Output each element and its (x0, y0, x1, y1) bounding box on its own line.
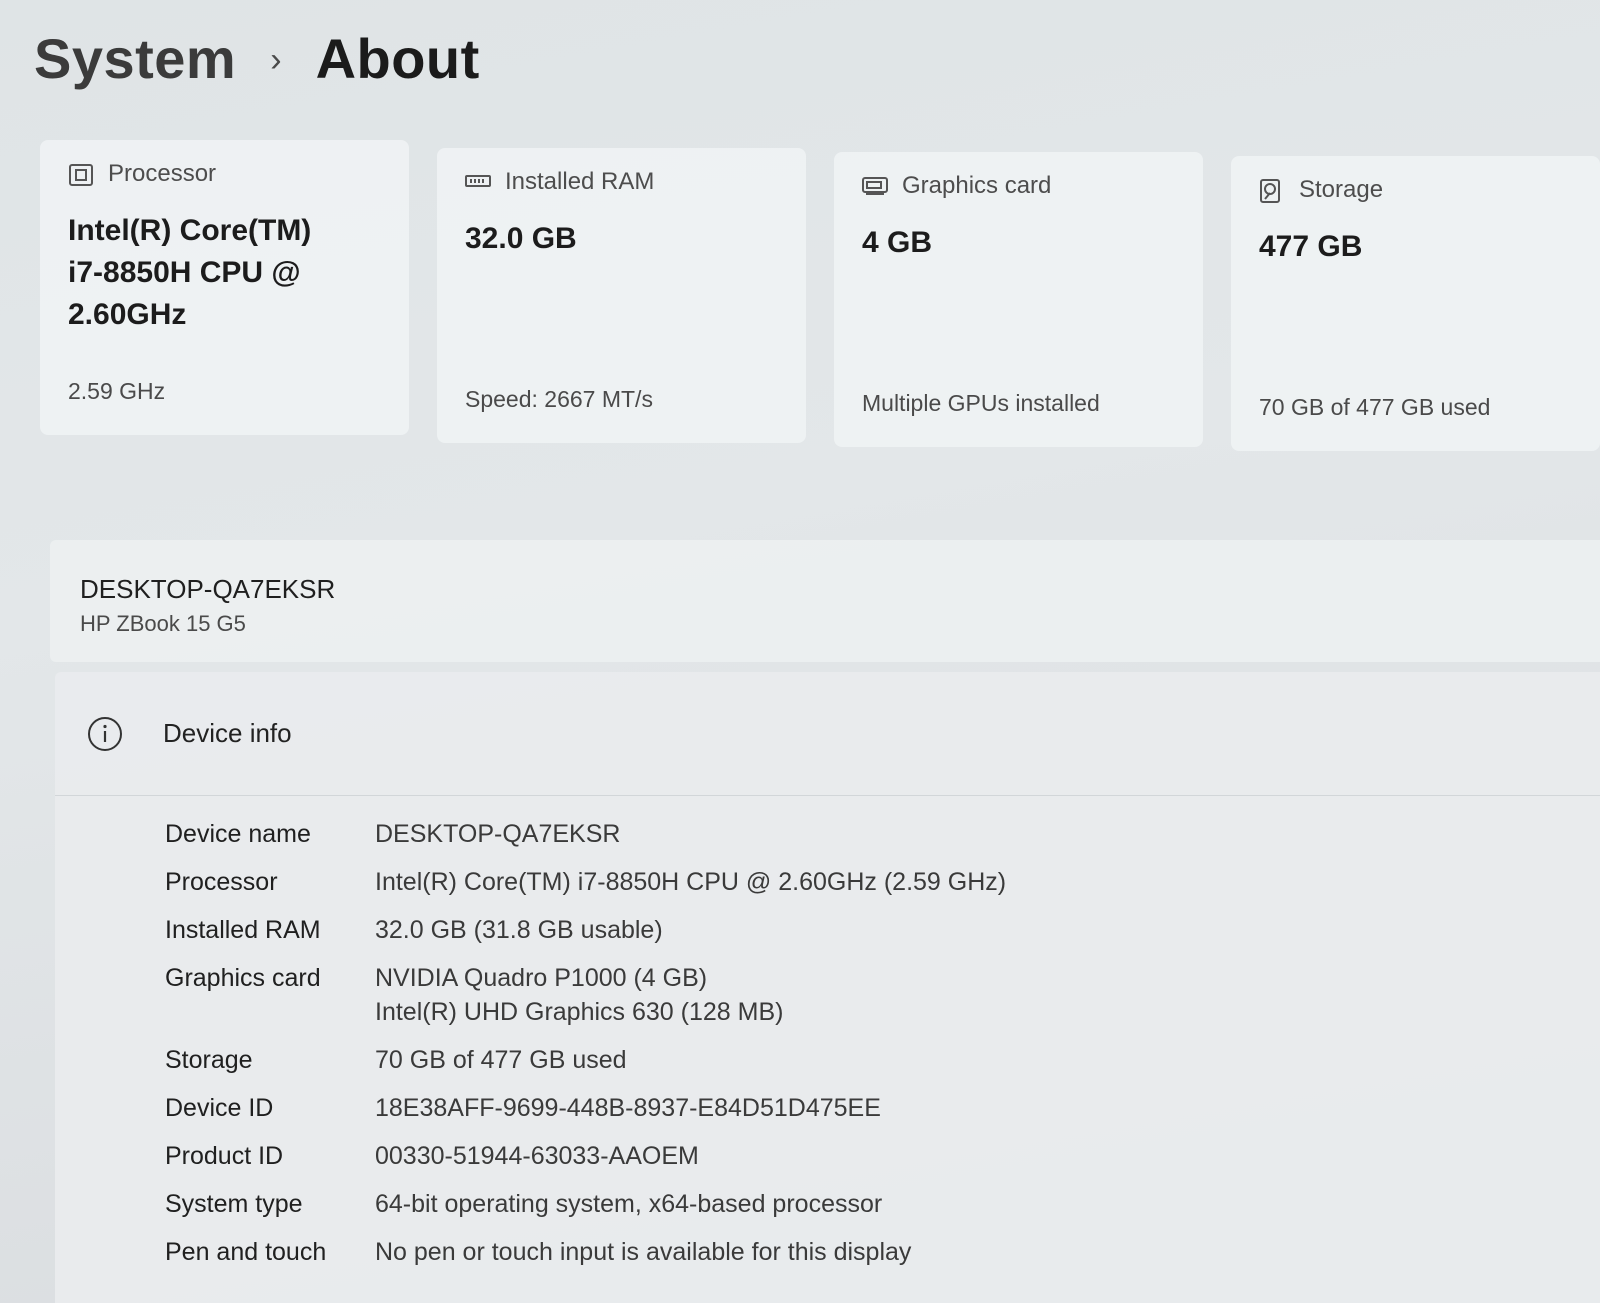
spec-value: NVIDIA Quadro P1000 (4 GB) Intel(R) UHD … (375, 961, 783, 1029)
device-model: HP ZBook 15 G5 (80, 611, 246, 636)
card-label: Processor (108, 160, 217, 187)
device-info-section: Device info Device name DESKTOP-QA7EKSR … (55, 672, 1600, 1303)
spec-key: Graphics card (165, 964, 321, 992)
spec-row-pen-and-touch: Pen and touch No pen or touch input is a… (165, 1235, 1006, 1269)
card-value: 4 GB (862, 226, 933, 259)
card-label: Storage (1299, 176, 1384, 203)
card-label: Graphics card (902, 172, 1052, 199)
card-subtext: 70 GB of 477 GB used (1259, 394, 1491, 420)
spec-row-device-id: Device ID 18E38AFF-9699-448B-8937-E84D51… (165, 1091, 1006, 1125)
graphics-card-icon (862, 175, 888, 197)
card-value: 477 GB (1259, 230, 1363, 263)
spec-value: DESKTOP-QA7EKSR (375, 820, 621, 848)
spec-value-line: Intel(R) UHD Graphics 630 (128 MB) (375, 998, 784, 1026)
page-title: About (315, 27, 480, 90)
chevron-right-icon: › (270, 41, 282, 79)
ram-icon (465, 171, 491, 193)
spec-key: Pen and touch (165, 1238, 327, 1266)
device-info-header[interactable]: Device info (55, 672, 1600, 796)
ram-card: Installed RAM 32.0 GB Speed: 2667 MT/s (437, 148, 806, 443)
spec-row-installed-ram: Installed RAM 32.0 GB (31.8 GB usable) (165, 913, 1006, 947)
spec-value: 64-bit operating system, x64-based proce… (375, 1190, 883, 1218)
card-subtext: Multiple GPUs installed (862, 390, 1100, 416)
spec-key: Processor (165, 868, 278, 896)
spec-row-device-name: Device name DESKTOP-QA7EKSR (165, 817, 1006, 851)
spec-key: Device ID (165, 1094, 274, 1122)
spec-value: No pen or touch input is available for t… (375, 1238, 912, 1266)
spec-value: 00330-51944-63033-AAOEM (375, 1142, 699, 1170)
spec-cards: Processor Intel(R) Core(TM) i7-8850H CPU… (40, 140, 1600, 451)
processor-card: Processor Intel(R) Core(TM) i7-8850H CPU… (40, 140, 409, 435)
spec-row-processor: Processor Intel(R) Core(TM) i7-8850H CPU… (165, 865, 1006, 899)
card-value: 32.0 GB (465, 222, 577, 255)
card-label: Installed RAM (505, 168, 655, 195)
spec-row-storage: Storage 70 GB of 477 GB used (165, 1043, 1006, 1077)
card-value: Intel(R) Core(TM) i7-8850H CPU @ 2.60GHz (68, 214, 312, 331)
spec-value-line: NVIDIA Quadro P1000 (4 GB) (375, 964, 708, 992)
spec-value: 70 GB of 477 GB used (375, 1046, 627, 1074)
device-name-panel[interactable]: DESKTOP-QA7EKSR HP ZBook 15 G5 (50, 540, 1600, 662)
spec-key: Device name (165, 820, 311, 848)
spec-value: 32.0 GB (31.8 GB usable) (375, 916, 663, 944)
processor-icon (68, 163, 94, 186)
card-subtext: Speed: 2667 MT/s (465, 386, 653, 412)
spec-value: Intel(R) Core(TM) i7-8850H CPU @ 2.60GHz… (375, 868, 1007, 896)
card-subtext: 2.59 GHz (68, 378, 166, 404)
storage-icon (1259, 179, 1285, 203)
spec-key: Storage (165, 1046, 253, 1074)
spec-key: Product ID (165, 1142, 284, 1170)
spec-value: 18E38AFF-9699-448B-8937-E84D51D475EE (375, 1094, 881, 1122)
breadcrumb: System › About (34, 26, 480, 91)
device-hostname: DESKTOP-QA7EKSR (80, 574, 336, 604)
spec-row-product-id: Product ID 00330-51944-63033-AAOEM (165, 1139, 1006, 1173)
storage-card: Storage 477 GB 70 GB of 477 GB used (1231, 156, 1600, 451)
info-icon (87, 716, 123, 752)
breadcrumb-system-link[interactable]: System (34, 26, 236, 91)
graphics-card: Graphics card 4 GB Multiple GPUs install… (834, 152, 1203, 447)
spec-key: Installed RAM (165, 916, 321, 944)
spec-row-graphics-card: Graphics card NVIDIA Quadro P1000 (4 GB)… (165, 961, 1006, 1029)
spec-key: System type (165, 1190, 303, 1218)
device-info-title: Device info (163, 718, 292, 748)
spec-row-system-type: System type 64-bit operating system, x64… (165, 1187, 1006, 1221)
device-spec-table: Device name DESKTOP-QA7EKSR Processor In… (165, 817, 1006, 1283)
